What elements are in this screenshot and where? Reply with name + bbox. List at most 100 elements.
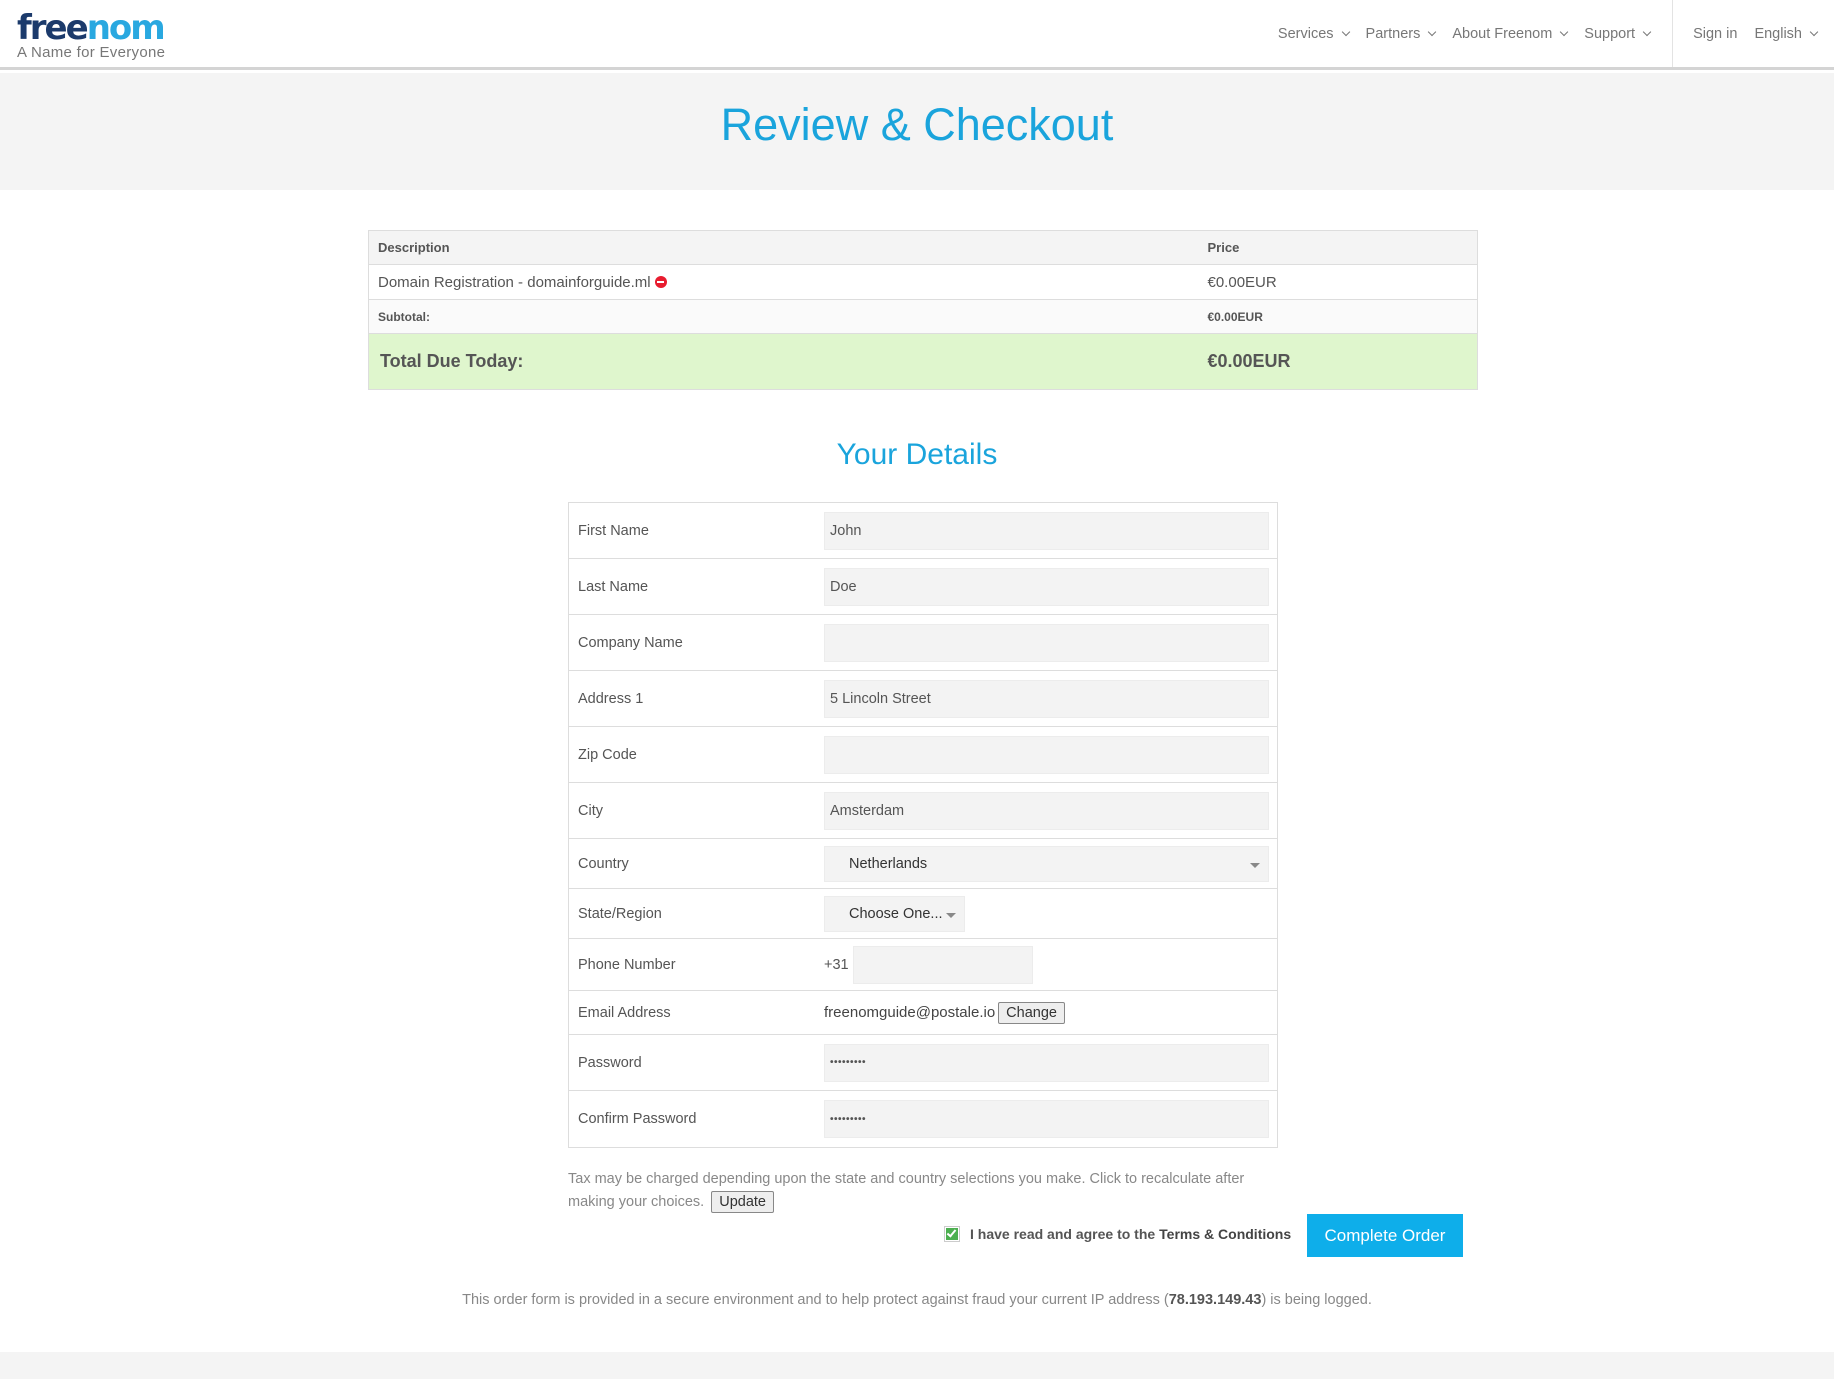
nav-support[interactable]: Support [1584,25,1652,42]
price-header: Price [1207,230,1478,265]
subtotal-value: €0.00EUR [1207,299,1478,334]
chevron-down-icon [1809,27,1819,36]
confirm-password-row: Confirm Password [569,1091,1277,1147]
state-value: Choose One... [849,905,943,922]
total-row: Total Due Today: €0.00EUR [368,333,1478,390]
zip-label: Zip Code [578,746,637,763]
state-row: State/Region Choose One... [569,889,1277,939]
item-description-cell: Domain Registration - domainforguide.ml [368,264,1208,300]
logo-nom: nom [86,8,166,48]
complete-order-button[interactable]: Complete Order [1307,1214,1463,1257]
secure-note-before: This order form is provided in a secure … [462,1292,1169,1308]
logo-free: free [17,8,89,48]
item-description: Domain Registration - domainforguide.ml [378,273,651,291]
nav-support-label: Support [1584,25,1636,42]
total-label: Total Due Today: [368,333,1208,390]
nav-language[interactable]: English [1754,25,1819,42]
nav-about[interactable]: About Freenom [1452,25,1569,42]
title-band: Review & Checkout [0,73,1834,190]
phone-row: Phone Number +31 [569,939,1277,991]
phone-prefix: +31 [824,956,849,973]
footer-band [0,1352,1834,1379]
dropdown-caret-icon [946,912,956,918]
chevron-down-icon [1341,27,1350,36]
first-name-row: First Name [569,503,1277,559]
table-header-row: Description Price [368,230,1478,265]
first-name-input[interactable] [824,511,1269,550]
phone-input[interactable] [852,945,1033,984]
state-select[interactable]: Choose One... [824,895,965,932]
logo-tagline: A Name for Everyone [17,44,166,61]
tax-note: Tax may be charged depending upon the st… [568,1168,1288,1214]
ip-address: 78.193.149.43 [1168,1292,1262,1308]
main-nav: Services Partners About Freenom Support … [1278,0,1834,67]
confirm-password-input[interactable] [824,1100,1269,1138]
order-summary-table: Description Price Domain Registration - … [368,230,1478,390]
country-value: Netherlands [849,855,928,872]
nav-services-label: Services [1277,25,1334,42]
nav-about-label: About Freenom [1452,25,1553,42]
city-row: City [569,783,1277,839]
email-value: freenomguide@postale.io [824,1004,996,1021]
item-price: €0.00EUR [1207,264,1478,300]
state-label: State/Region [578,905,662,922]
chevron-down-icon [1642,27,1652,36]
phone-label: Phone Number [578,956,676,973]
details-form: First Name Last Name Company Name Addres… [568,502,1278,1148]
country-row: Country Netherlands [569,839,1277,889]
city-label: City [578,802,603,819]
terms-agreement: I have read and agree to the Terms & Con… [944,1226,1291,1242]
address1-input[interactable] [824,679,1269,718]
remove-icon[interactable] [654,275,667,288]
total-value: €0.00EUR [1207,333,1478,390]
last-name-input[interactable] [824,567,1269,606]
chevron-down-icon [1560,27,1569,36]
company-label: Company Name [578,634,683,651]
nav-language-label: English [1754,25,1802,42]
first-name-label: First Name [578,522,649,539]
confirm-password-label: Confirm Password [578,1111,697,1127]
password-row: Password [569,1035,1277,1091]
chevron-down-icon [1428,27,1437,36]
email-label: Email Address [578,1004,671,1021]
tax-note-text: Tax may be charged depending upon the st… [568,1171,1245,1210]
top-navbar: freenom A Name for Everyone Services Par… [0,0,1834,70]
zip-input[interactable] [824,735,1269,774]
description-header: Description [368,230,1208,265]
password-input[interactable] [824,1043,1269,1082]
terms-checkbox[interactable] [944,1226,960,1242]
country-select[interactable]: Netherlands [824,845,1269,882]
change-email-button[interactable]: Change [998,1001,1065,1024]
last-name-label: Last Name [578,578,649,595]
zip-row: Zip Code [569,727,1277,783]
secure-note-after: ) is being logged. [1261,1292,1372,1308]
nav-partners[interactable]: Partners [1365,25,1437,42]
address1-label: Address 1 [578,690,644,707]
last-name-row: Last Name [569,559,1277,615]
address1-row: Address 1 [569,671,1277,727]
update-button[interactable]: Update [711,1191,774,1213]
secure-note: This order form is provided in a secure … [0,1292,1834,1308]
nav-divider [1672,0,1674,67]
details-title: Your Details [836,438,998,471]
nav-signin-label: Sign in [1693,25,1738,42]
subtotal-row: Subtotal: €0.00EUR [368,299,1478,334]
nav-services[interactable]: Services [1277,25,1350,42]
nav-signin[interactable]: Sign in [1693,26,1737,42]
terms-link[interactable]: Terms & Conditions [1159,1226,1291,1242]
subtotal-label: Subtotal: [368,299,1208,334]
city-input[interactable] [824,791,1269,830]
page-title: Review & Checkout [720,99,1114,150]
password-label: Password [578,1054,642,1071]
country-label: Country [578,855,629,872]
logo-wordmark: freenom [17,8,166,48]
dropdown-caret-icon [1250,862,1260,868]
table-row: Domain Registration - domainforguide.ml … [368,264,1478,300]
email-row: Email Address freenomguide@postale.io Cha… [569,991,1277,1035]
company-input[interactable] [824,623,1269,662]
freenom-logo[interactable]: freenom A Name for Everyone [17,8,166,61]
company-row: Company Name [569,615,1277,671]
nav-partners-label: Partners [1365,25,1421,42]
agree-text: I have read and agree to the [970,1226,1156,1242]
checkmark-icon [946,1227,957,1238]
